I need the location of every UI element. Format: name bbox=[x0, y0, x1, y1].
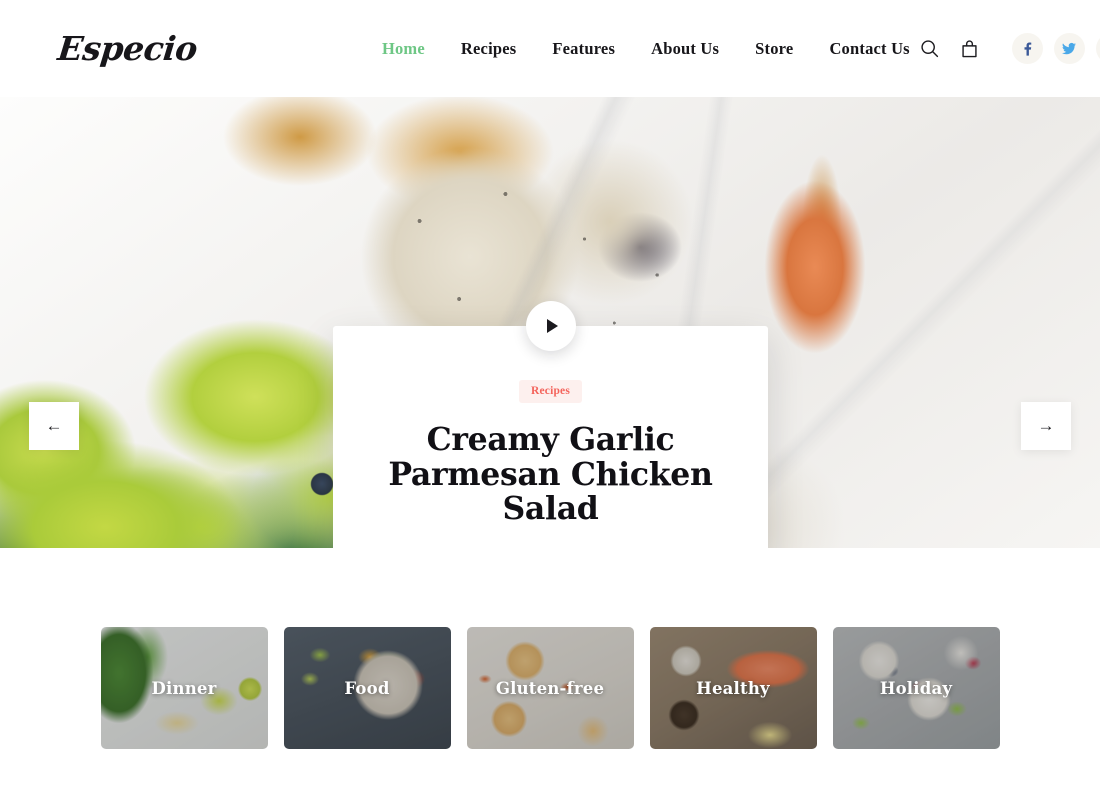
nav-item-contact-us[interactable]: Contact Us bbox=[829, 39, 909, 59]
site-header: Especio Home Recipes Features About Us S… bbox=[0, 0, 1100, 97]
nav-item-store[interactable]: Store bbox=[755, 39, 793, 59]
category-card-dinner[interactable]: Dinner bbox=[100, 627, 268, 749]
social-instagram-button[interactable] bbox=[1095, 33, 1100, 64]
post-title[interactable]: Creamy Garlic Parmesan Chicken Salad bbox=[366, 422, 736, 527]
cart-button[interactable] bbox=[950, 29, 990, 69]
category-card-gluten-free[interactable]: Gluten-free bbox=[466, 627, 634, 749]
category-label: Dinner bbox=[151, 678, 217, 698]
nav-item-features[interactable]: Features bbox=[552, 39, 615, 59]
social-links bbox=[1011, 33, 1100, 64]
play-video-button[interactable] bbox=[525, 301, 576, 351]
nav-item-home[interactable]: Home bbox=[382, 39, 425, 59]
category-card-healthy[interactable]: Healthy bbox=[649, 627, 817, 749]
play-icon bbox=[546, 319, 558, 333]
social-twitter-button[interactable] bbox=[1053, 33, 1085, 64]
category-label: Gluten-free bbox=[495, 678, 605, 698]
header-actions bbox=[910, 29, 1100, 69]
slider-next-button[interactable]: → bbox=[1021, 402, 1071, 450]
category-grid: Dinner Food Gluten-free Healthy Holiday bbox=[0, 548, 1100, 800]
category-label: Holiday bbox=[879, 678, 953, 698]
site-logo[interactable]: Especio bbox=[56, 29, 199, 68]
featured-post-card: Recipes Creamy Garlic Parmesan Chicken S… bbox=[333, 301, 768, 548]
social-facebook-button[interactable] bbox=[1011, 33, 1043, 64]
category-label: Food bbox=[344, 678, 390, 698]
search-icon bbox=[921, 40, 939, 58]
shopping-bag-icon bbox=[962, 40, 977, 58]
category-card-holiday[interactable]: Holiday bbox=[832, 627, 1000, 749]
facebook-icon bbox=[1024, 42, 1032, 56]
nav-item-about-us[interactable]: About Us bbox=[651, 39, 719, 59]
post-category-badge[interactable]: Recipes bbox=[518, 380, 583, 403]
twitter-icon bbox=[1062, 42, 1077, 54]
category-label: Healthy bbox=[696, 678, 770, 698]
search-button[interactable] bbox=[910, 29, 950, 69]
category-card-food[interactable]: Food bbox=[283, 627, 451, 749]
hero-slider: ← → Recipes Creamy Garlic Parmesan Chick… bbox=[0, 97, 1100, 548]
nav-item-recipes[interactable]: Recipes bbox=[461, 39, 516, 59]
slider-prev-button[interactable]: ← bbox=[29, 402, 79, 450]
main-navigation: Home Recipes Features About Us Store Con… bbox=[382, 39, 910, 59]
